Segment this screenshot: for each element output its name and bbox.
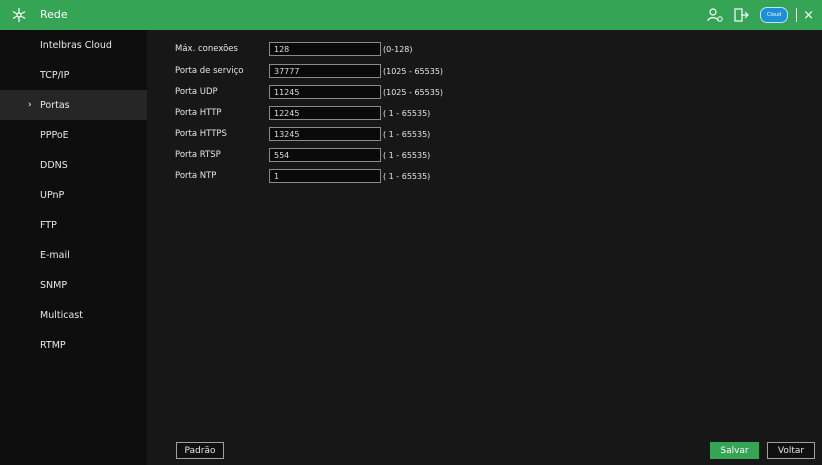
form-row-max-connections: Máx. conexões (0-128) <box>175 41 413 57</box>
https-port-input[interactable] <box>269 127 381 141</box>
sidebar-item-label: Portas <box>40 99 70 111</box>
max-connections-label: Máx. conexões <box>175 44 238 54</box>
sidebar: Intelbras Cloud TCP/IP › Portas PPPoE DD… <box>0 30 147 465</box>
chevron-right-icon: › <box>28 100 32 110</box>
service-port-input[interactable] <box>269 64 381 78</box>
form-row-service-port: Porta de serviço (1025 - 65535) <box>175 63 443 79</box>
sidebar-item-ddns[interactable]: DDNS <box>0 150 147 180</box>
sidebar-item-rtmp[interactable]: RTMP <box>0 330 147 360</box>
https-port-range: ( 1 - 65535) <box>383 129 431 139</box>
logout-icon[interactable] <box>732 6 750 24</box>
http-port-label: Porta HTTP <box>175 108 222 118</box>
sidebar-item-tcp-ip[interactable]: TCP/IP <box>0 60 147 90</box>
save-button[interactable]: Salvar <box>710 442 759 459</box>
https-port-label: Porta HTTPS <box>175 129 227 139</box>
service-port-label: Porta de serviço <box>175 66 244 76</box>
rtsp-port-input[interactable] <box>269 148 381 162</box>
udp-port-input[interactable] <box>269 85 381 99</box>
rtsp-port-range: ( 1 - 65535) <box>383 150 431 160</box>
cloud-status-icon[interactable]: Cloud <box>760 7 789 23</box>
form-row-udp-port: Porta UDP (1025 - 65535) <box>175 84 443 100</box>
window-title: Rede <box>40 8 68 21</box>
max-connections-range: (0-128) <box>383 44 413 54</box>
close-icon[interactable]: × <box>803 9 814 22</box>
service-port-range: (1025 - 65535) <box>383 66 444 76</box>
sidebar-item-portas[interactable]: › Portas <box>0 90 147 120</box>
udp-port-label: Porta UDP <box>175 87 218 97</box>
http-port-range: ( 1 - 65535) <box>383 108 431 118</box>
sidebar-item-label: PPPoE <box>40 129 69 141</box>
sidebar-item-label: TCP/IP <box>40 69 70 81</box>
max-connections-input[interactable] <box>269 42 381 56</box>
ports-settings-panel: Máx. conexões (0-128) Porta de serviço (… <box>147 30 822 465</box>
udp-port-range: (1025 - 65535) <box>383 87 444 97</box>
sidebar-item-snmp[interactable]: SNMP <box>0 270 147 300</box>
sidebar-item-pppoe[interactable]: PPPoE <box>0 120 147 150</box>
sidebar-item-label: DDNS <box>40 159 68 171</box>
sidebar-item-upnp[interactable]: UPnP <box>0 180 147 210</box>
network-snowflake-icon <box>12 8 26 22</box>
sidebar-item-label: RTMP <box>40 339 66 351</box>
sidebar-item-label: UPnP <box>40 189 65 201</box>
sidebar-item-ftp[interactable]: FTP <box>0 210 147 240</box>
form-row-https-port: Porta HTTPS ( 1 - 65535) <box>175 126 430 142</box>
back-button[interactable]: Voltar <box>767 442 815 459</box>
title-bar-divider <box>796 8 798 22</box>
default-button[interactable]: Padrão <box>176 442 224 459</box>
sidebar-item-intelbras-cloud[interactable]: Intelbras Cloud <box>0 30 147 60</box>
sidebar-item-e-mail[interactable]: E-mail <box>0 240 147 270</box>
ntp-port-range: ( 1 - 65535) <box>383 171 431 181</box>
ntp-port-label: Porta NTP <box>175 171 217 181</box>
sidebar-item-label: SNMP <box>40 279 68 291</box>
user-settings-icon[interactable] <box>706 6 724 24</box>
form-row-ntp-port: Porta NTP ( 1 - 65535) <box>175 168 430 184</box>
sidebar-item-label: Intelbras Cloud <box>40 39 112 51</box>
form-row-http-port: Porta HTTP ( 1 - 65535) <box>175 105 430 121</box>
title-bar-actions: Cloud × <box>698 0 822 30</box>
ntp-port-input[interactable] <box>269 169 381 183</box>
sidebar-item-label: Multicast <box>40 309 83 321</box>
sidebar-item-label: FTP <box>40 219 57 231</box>
http-port-input[interactable] <box>269 106 381 120</box>
sidebar-item-multicast[interactable]: Multicast <box>0 300 147 330</box>
rtsp-port-label: Porta RTSP <box>175 150 221 160</box>
title-bar: Rede Cloud × <box>0 0 822 30</box>
form-row-rtsp-port: Porta RTSP ( 1 - 65535) <box>175 147 430 163</box>
sidebar-item-label: E-mail <box>40 249 70 261</box>
